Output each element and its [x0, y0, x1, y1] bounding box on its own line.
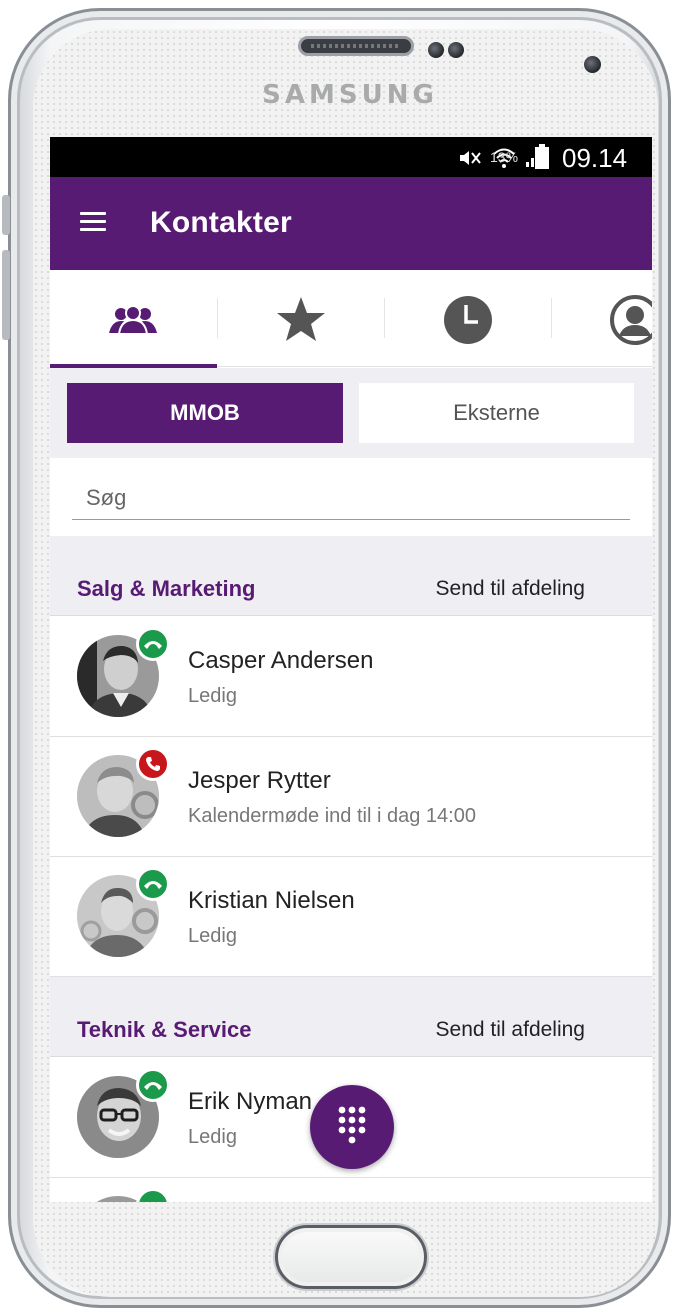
contact-name: Jesper Rytter — [188, 767, 331, 794]
available-status-icon — [136, 867, 170, 901]
segment-eksterne[interactable]: Eksterne — [359, 383, 634, 443]
segment-mmob[interactable]: MMOB — [67, 383, 343, 443]
contacts-group-icon — [109, 305, 157, 335]
contact-name: Kristian Nielsen — [188, 887, 355, 914]
busy-status-icon — [136, 747, 170, 781]
status-bar: 13% 09.14 — [50, 137, 652, 177]
contact-row[interactable]: Jesper Rytter Kalendermøde ind til i dag… — [50, 737, 652, 857]
profile-icon — [610, 295, 652, 345]
contact-row-partial[interactable] — [50, 1178, 652, 1202]
battery-icon — [535, 144, 549, 169]
segmented-control: MMOB Eksterne — [50, 368, 652, 458]
earpiece-speaker — [298, 36, 414, 56]
contact-status: Ledig — [188, 925, 237, 947]
tab-bar — [50, 270, 652, 368]
send-to-department-button[interactable]: Send til afdeling — [436, 577, 585, 601]
tab-profile[interactable] — [552, 270, 652, 367]
mute-vibrate-icon — [460, 151, 481, 165]
clock-time: 09.14 — [562, 143, 628, 173]
sensor-dot — [448, 42, 464, 58]
dialpad-button[interactable] — [310, 1085, 394, 1169]
device-brand: SAMSUNG — [262, 80, 438, 110]
search-input[interactable] — [72, 476, 630, 520]
contact-name: Erik Nyman — [188, 1088, 313, 1115]
contact-status: Ledig — [188, 685, 237, 707]
contact-status: Ledig — [188, 1126, 237, 1148]
home-button[interactable] — [275, 1225, 427, 1289]
volume-button-lower — [2, 250, 10, 340]
hamburger-menu-icon[interactable] — [80, 212, 106, 232]
section-header: Teknik & Service Send til afdeling — [50, 977, 652, 1057]
star-icon — [277, 297, 325, 341]
available-status-icon — [136, 1188, 170, 1202]
app-screen: 13% 09.14 Kontakter MMOB Eksterne Søg Sa… — [50, 137, 652, 1202]
page-title: Kontakter — [150, 206, 292, 239]
clock-icon — [444, 296, 492, 344]
tab-contacts[interactable] — [50, 270, 217, 368]
contact-row[interactable]: Casper Andersen Ledig — [50, 617, 652, 737]
available-status-icon — [136, 627, 170, 661]
sensor-dot — [428, 42, 444, 58]
app-bar: Kontakter — [50, 177, 652, 270]
search-container — [50, 458, 652, 536]
tab-recent[interactable] — [385, 270, 552, 367]
dialpad-icon — [338, 1106, 366, 1144]
section-title: Teknik & Service — [77, 1017, 252, 1042]
tab-favorites[interactable] — [218, 270, 385, 367]
send-to-department-button[interactable]: Send til afdeling — [436, 1018, 585, 1042]
contact-row[interactable]: Kristian Nielsen Ledig — [50, 857, 652, 977]
contact-status: Kalendermøde ind til i dag 14:00 — [188, 805, 476, 827]
volume-button — [2, 195, 10, 235]
section-header: Salg & Marketing Send til afdeling — [50, 536, 652, 616]
battery-percent: 13% — [490, 149, 519, 165]
section-title: Salg & Marketing — [77, 576, 256, 601]
front-camera — [584, 56, 601, 73]
contact-name: Casper Andersen — [188, 647, 374, 674]
available-status-icon — [136, 1068, 170, 1102]
